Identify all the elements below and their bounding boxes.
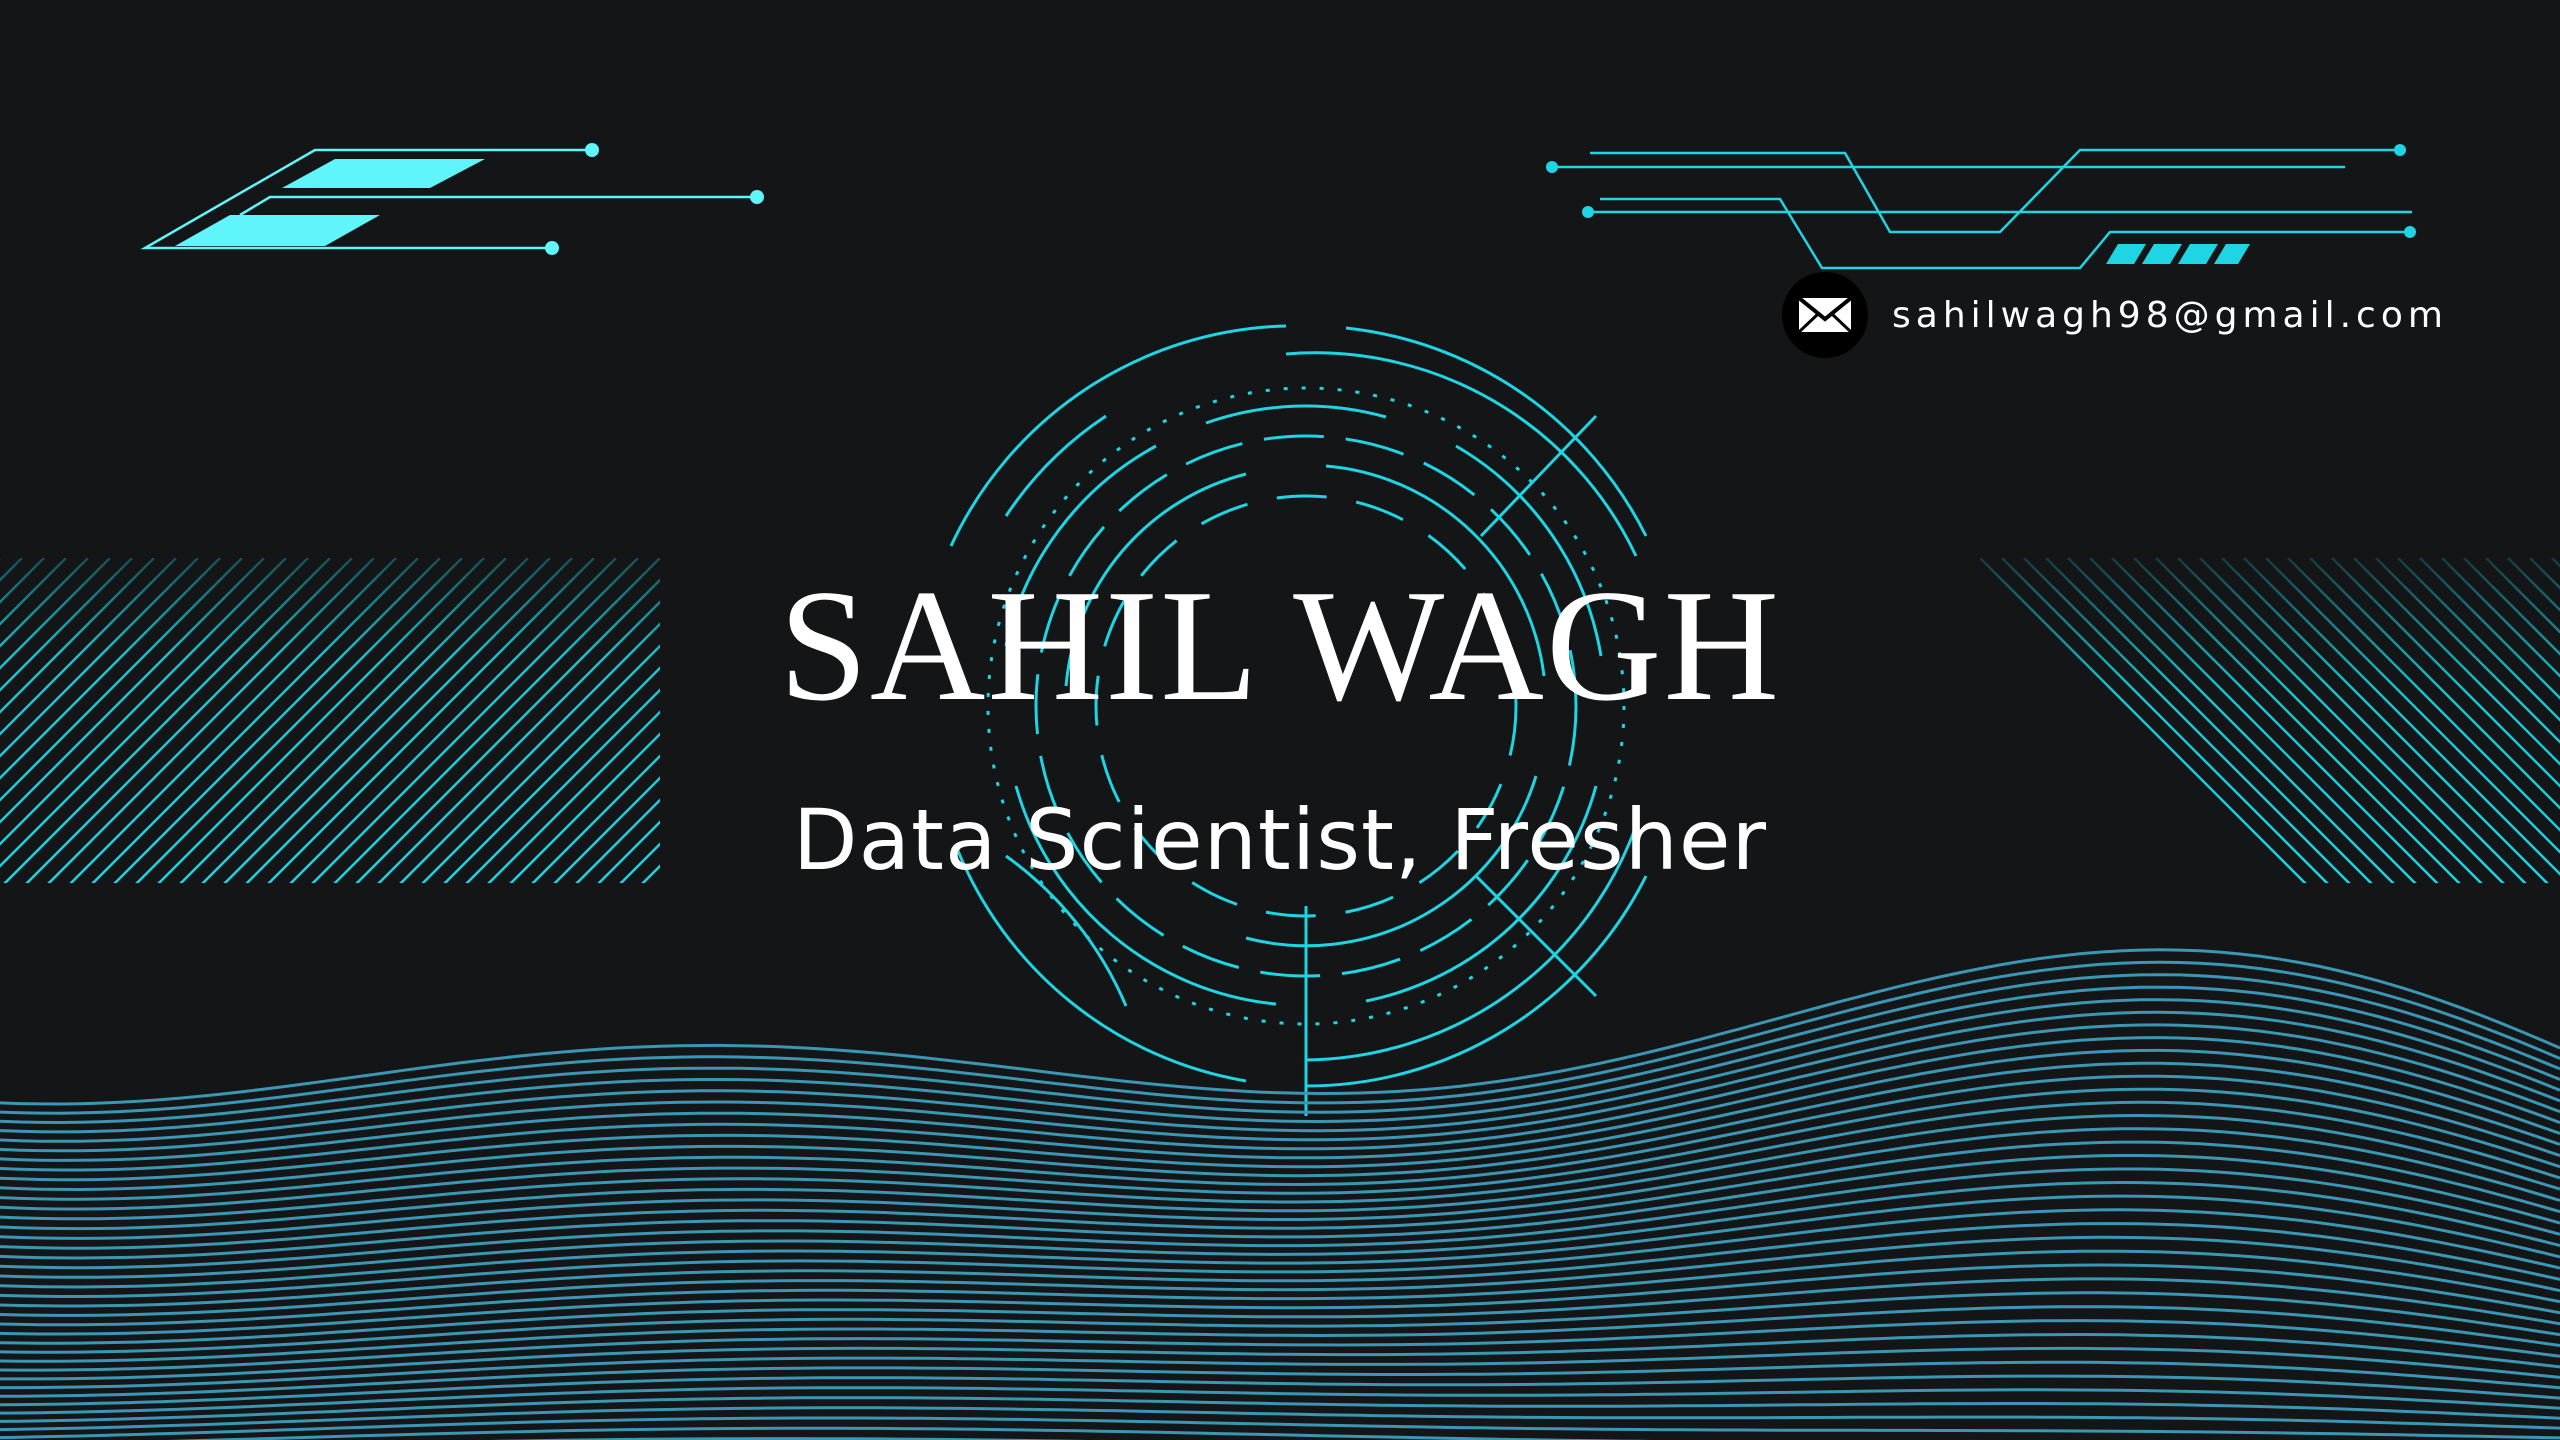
job-title: Data Scientist, Fresher	[792, 791, 1768, 889]
business-card-banner: SAHIL WAGH Data Scientist, Fresher sahil…	[0, 0, 2560, 1440]
email-address[interactable]: sahilwagh98@gmail.com	[1892, 295, 2448, 336]
contact-email[interactable]: sahilwagh98@gmail.com	[1782, 272, 2448, 358]
envelope-icon	[1782, 272, 1868, 358]
person-name: SAHIL WAGH	[778, 556, 1782, 734]
